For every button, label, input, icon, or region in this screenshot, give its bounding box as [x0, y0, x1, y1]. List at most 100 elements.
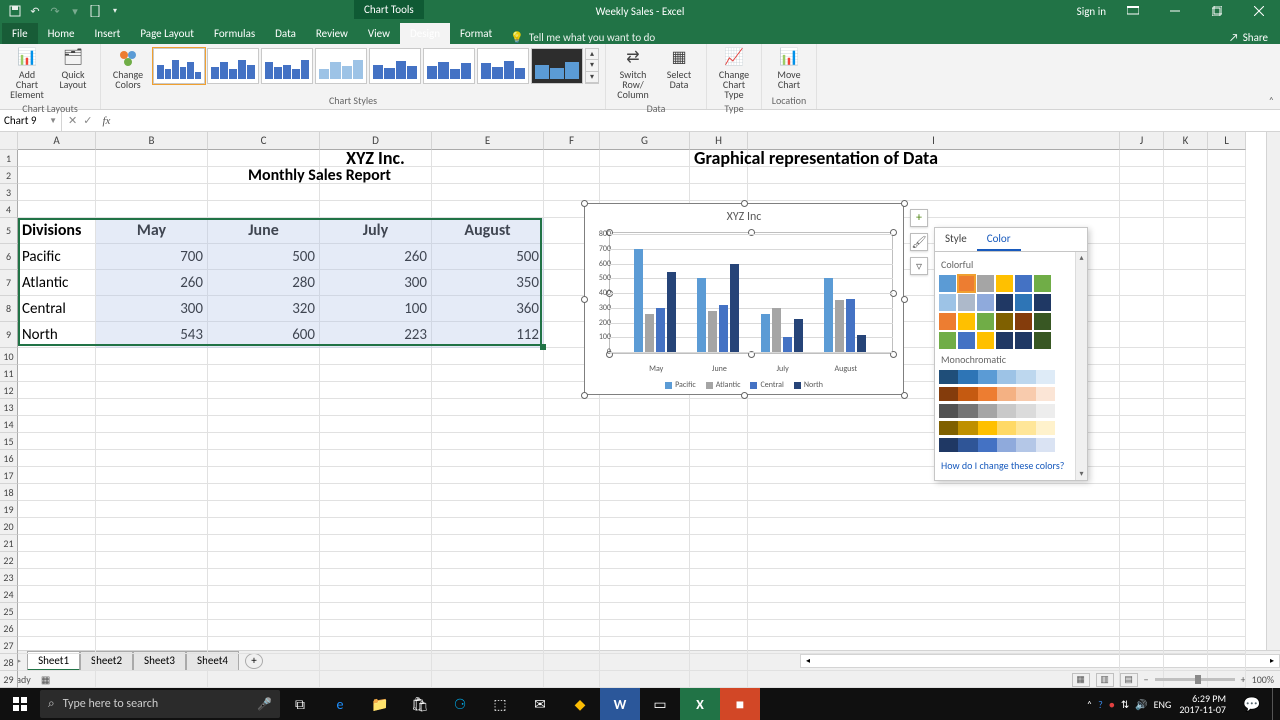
- cell[interactable]: [208, 586, 320, 603]
- row-header[interactable]: 5: [0, 218, 18, 244]
- signin-link[interactable]: Sign in: [1077, 5, 1106, 18]
- cell[interactable]: [1208, 484, 1246, 501]
- cell[interactable]: [1120, 322, 1164, 348]
- cell[interactable]: [96, 535, 208, 552]
- redo-icon[interactable]: ↷: [48, 4, 62, 18]
- cell[interactable]: [1164, 433, 1208, 450]
- cell[interactable]: [1164, 348, 1208, 365]
- cell[interactable]: [96, 348, 208, 365]
- formula-input[interactable]: [114, 110, 1280, 131]
- cell[interactable]: [600, 416, 690, 433]
- cell[interactable]: [432, 637, 544, 654]
- cell[interactable]: [600, 501, 690, 518]
- cell[interactable]: [96, 184, 208, 201]
- cell[interactable]: [1120, 637, 1164, 654]
- cell[interactable]: [1120, 603, 1164, 620]
- cell[interactable]: [1120, 382, 1164, 399]
- cell[interactable]: [1208, 450, 1246, 467]
- cell[interactable]: [18, 348, 96, 365]
- cell[interactable]: [208, 654, 320, 671]
- row-header[interactable]: 28: [0, 654, 18, 671]
- cell[interactable]: [320, 382, 432, 399]
- cell[interactable]: [1120, 467, 1164, 484]
- cell[interactable]: [1164, 416, 1208, 433]
- cell[interactable]: Atlantic: [18, 270, 96, 296]
- mono-color-swatch[interactable]: [939, 387, 1055, 401]
- cell[interactable]: [18, 654, 96, 671]
- cell[interactable]: [544, 586, 600, 603]
- change-colors-button[interactable]: Change Colors: [107, 46, 149, 92]
- cell[interactable]: [1208, 535, 1246, 552]
- color-swatch[interactable]: [958, 313, 975, 330]
- cell[interactable]: [748, 167, 1120, 184]
- cell[interactable]: [320, 433, 432, 450]
- taskbar-app-store[interactable]: 🛍: [400, 688, 440, 720]
- color-swatch[interactable]: [996, 313, 1013, 330]
- cell[interactable]: [1164, 322, 1208, 348]
- cell[interactable]: 320: [208, 296, 320, 322]
- cell[interactable]: [96, 654, 208, 671]
- tab-format[interactable]: Format: [450, 23, 502, 44]
- row-header[interactable]: 18: [0, 484, 18, 501]
- cell[interactable]: [96, 501, 208, 518]
- row-header[interactable]: 2: [0, 167, 18, 184]
- row-header[interactable]: 25: [0, 603, 18, 620]
- tray-language[interactable]: ENG: [1154, 698, 1172, 711]
- cell[interactable]: [1120, 244, 1164, 270]
- cell[interactable]: 260: [320, 244, 432, 270]
- cell[interactable]: [208, 569, 320, 586]
- chart-style-1[interactable]: [153, 48, 205, 84]
- cell[interactable]: [320, 552, 432, 569]
- color-swatch[interactable]: [939, 275, 956, 292]
- cell[interactable]: [320, 365, 432, 382]
- worksheet[interactable]: ABCDEFGHIJKL 123456789101112131415161718…: [0, 132, 1280, 650]
- cell[interactable]: [600, 603, 690, 620]
- cell[interactable]: [1120, 399, 1164, 416]
- cell[interactable]: [208, 535, 320, 552]
- cell[interactable]: [690, 620, 748, 637]
- cell[interactable]: [432, 348, 544, 365]
- cell[interactable]: [432, 450, 544, 467]
- cell[interactable]: [544, 518, 600, 535]
- cell[interactable]: [1120, 450, 1164, 467]
- cell[interactable]: [748, 184, 1120, 201]
- cell[interactable]: Central: [18, 296, 96, 322]
- zoom-level[interactable]: 100%: [1252, 673, 1274, 686]
- cell[interactable]: [320, 501, 432, 518]
- vertical-scrollbar[interactable]: [1266, 132, 1280, 650]
- change-chart-type-button[interactable]: 📈 Change Chart Type: [713, 46, 755, 102]
- cell[interactable]: [1120, 501, 1164, 518]
- cell[interactable]: [748, 654, 1120, 671]
- cell[interactable]: [690, 586, 748, 603]
- cell[interactable]: [96, 382, 208, 399]
- chart-bar[interactable]: [772, 308, 781, 352]
- cell[interactable]: [96, 586, 208, 603]
- color-swatch[interactable]: [1015, 294, 1032, 311]
- cell[interactable]: [208, 416, 320, 433]
- column-header[interactable]: B: [96, 132, 208, 150]
- cell[interactable]: [18, 501, 96, 518]
- cell[interactable]: [208, 399, 320, 416]
- minimize-button[interactable]: [1160, 0, 1190, 22]
- cell[interactable]: [18, 637, 96, 654]
- cell[interactable]: [432, 467, 544, 484]
- tab-file[interactable]: File: [2, 23, 38, 44]
- cell[interactable]: 100: [320, 296, 432, 322]
- touch-mode-icon[interactable]: [88, 4, 102, 18]
- cell[interactable]: [18, 450, 96, 467]
- chart-bar[interactable]: [656, 308, 665, 352]
- cell[interactable]: [1208, 382, 1246, 399]
- cell[interactable]: [432, 518, 544, 535]
- column-header[interactable]: J: [1120, 132, 1164, 150]
- cell[interactable]: [320, 484, 432, 501]
- cell[interactable]: [1208, 518, 1246, 535]
- cell[interactable]: [1164, 501, 1208, 518]
- row-header[interactable]: 26: [0, 620, 18, 637]
- cell[interactable]: [320, 586, 432, 603]
- cell[interactable]: [600, 569, 690, 586]
- cell[interactable]: [320, 201, 432, 218]
- cell[interactable]: [1164, 296, 1208, 322]
- chart-bar[interactable]: [857, 335, 866, 352]
- cell[interactable]: [1164, 201, 1208, 218]
- cell[interactable]: [1120, 518, 1164, 535]
